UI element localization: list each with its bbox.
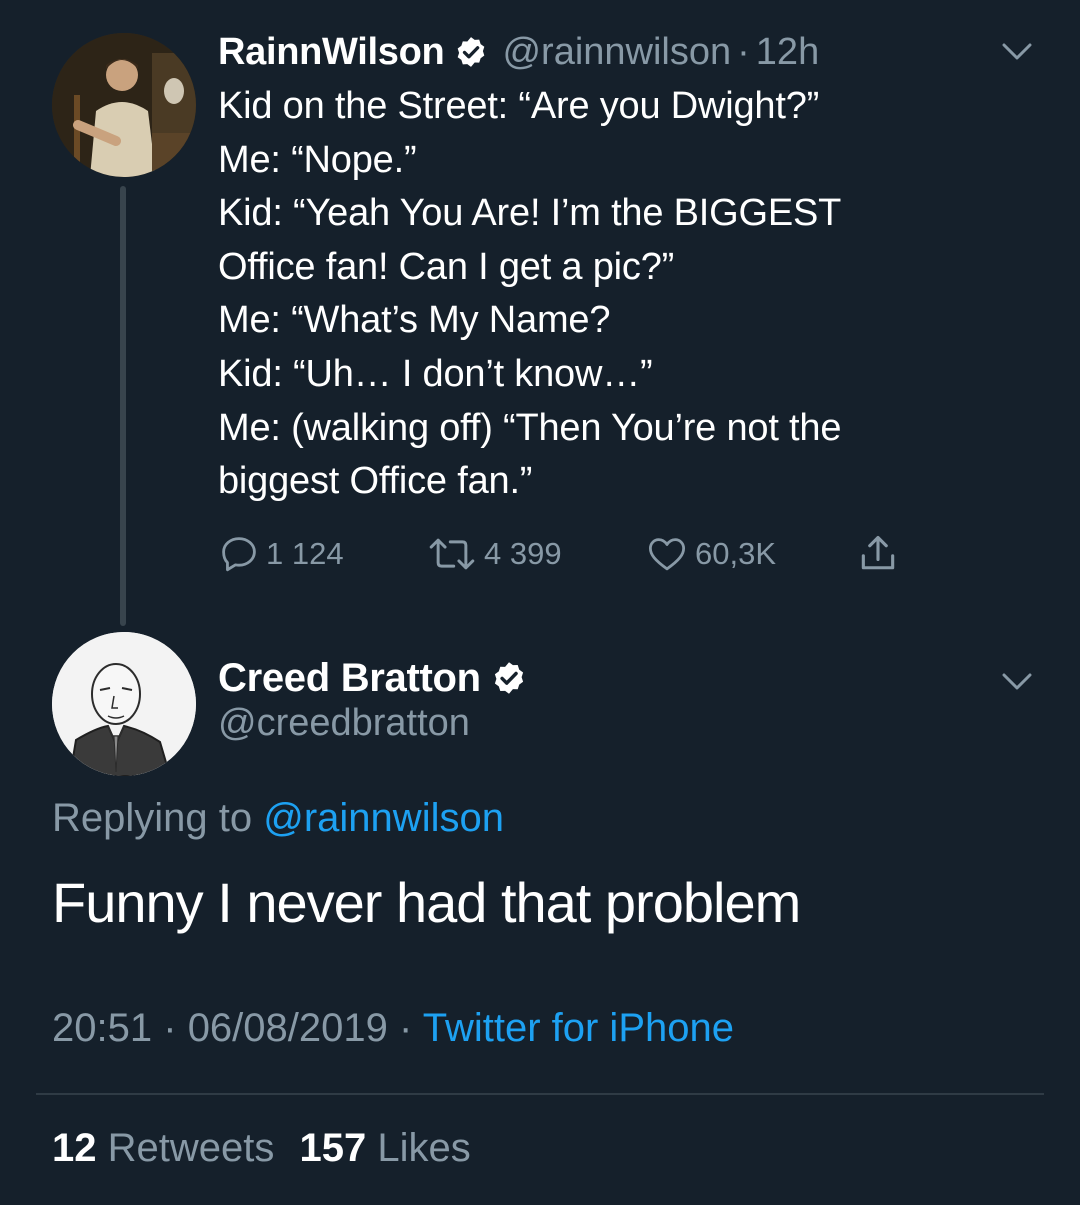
retweets-stat[interactable]: 12 Retweets: [52, 1126, 286, 1170]
share-icon: [861, 535, 895, 570]
verified-badge-icon: [494, 662, 523, 694]
tweet-text-line: Office fan! Can I get a pic?”: [218, 245, 675, 288]
avatar-photo: [52, 33, 196, 177]
reply-author-handle[interactable]: @creedbratton: [218, 702, 470, 745]
like-button[interactable]: 60,3K: [645, 530, 776, 578]
share-button[interactable]: [856, 530, 900, 578]
verified-badge-icon: [458, 37, 485, 67]
header-separator: ·: [737, 30, 750, 73]
tweet-stats: 12 Retweets 157 Likes: [52, 1126, 471, 1171]
tweet-text-line: biggest Office fan.”: [218, 460, 533, 503]
retweet-count: 4 399: [484, 536, 562, 571]
reply-count: 1 124: [266, 536, 344, 571]
speech-bubble-icon: [222, 537, 256, 572]
avatar-illustration: [52, 632, 196, 776]
author-name[interactable]: RainnWilson: [218, 31, 445, 74]
chevron-down-icon[interactable]: [1000, 41, 1034, 63]
tweet-text-line: Kid on the Street: “Are you Dwight?”: [218, 85, 820, 127]
reply-author-header: Creed Bratton: [218, 650, 541, 706]
tweet-time: 20:51: [52, 1006, 153, 1050]
tweet-meta-line: 20:51 · 06/08/2019 · Twitter for iPhone: [52, 1006, 734, 1051]
replying-to-label: Replying to: [52, 796, 253, 840]
rainnwilson-avatar[interactable]: [52, 33, 196, 177]
tweet-text-line: Me: (walking off) “Then You’re not the: [218, 406, 842, 449]
likes-stat[interactable]: 157 Likes: [300, 1126, 471, 1170]
tweet-source-link[interactable]: Twitter for iPhone: [423, 1006, 734, 1050]
like-count: 60,3K: [695, 536, 777, 571]
meta-separator: ·: [163, 1006, 177, 1050]
retweet-button[interactable]: 4 399: [426, 530, 562, 578]
author-handle[interactable]: @rainnwilson: [502, 31, 731, 74]
thread-connector-line: [120, 186, 126, 626]
retweet-icon: [429, 538, 475, 570]
retweets-count: 12: [52, 1126, 97, 1170]
reply-tweet-text: Funny I never had that problem: [52, 871, 801, 934]
tweet-text-line: Me: “Nope.”: [218, 138, 417, 181]
likes-label: Likes: [377, 1126, 471, 1170]
reply-button[interactable]: 1 124: [218, 530, 344, 578]
tweet-text-line: Kid: “Yeah You Are! I’m the BIGGEST: [218, 192, 842, 235]
heart-icon: [648, 538, 686, 571]
parent-tweet-text: Kid on the Street: “Are you Dwight?” Me:…: [218, 80, 978, 509]
retweets-label: Retweets: [107, 1126, 275, 1170]
chevron-down-icon[interactable]: [1000, 671, 1034, 693]
tweet-text-line: Me: “What’s My Name?: [218, 299, 611, 342]
divider: [36, 1093, 1044, 1095]
tweet-text-line: Kid: “Uh… I don’t know…”: [218, 352, 653, 395]
tweet-time-ago[interactable]: 12h: [756, 31, 819, 74]
creedbratton-avatar[interactable]: [52, 632, 196, 776]
tweet-action-bar: 1 124 4 399 60,3K: [218, 530, 918, 578]
replying-to-handle-link[interactable]: @rainnwilson: [263, 796, 504, 840]
parent-tweet-header: RainnWilson @rainnwilson · 12h: [218, 24, 819, 80]
tweet-date: 06/08/2019: [187, 1006, 388, 1050]
meta-separator: ·: [399, 1006, 413, 1050]
replying-to-line: Replying to @rainnwilson: [52, 796, 504, 841]
reply-author-name[interactable]: Creed Bratton: [218, 656, 481, 701]
likes-count: 157: [299, 1126, 367, 1170]
